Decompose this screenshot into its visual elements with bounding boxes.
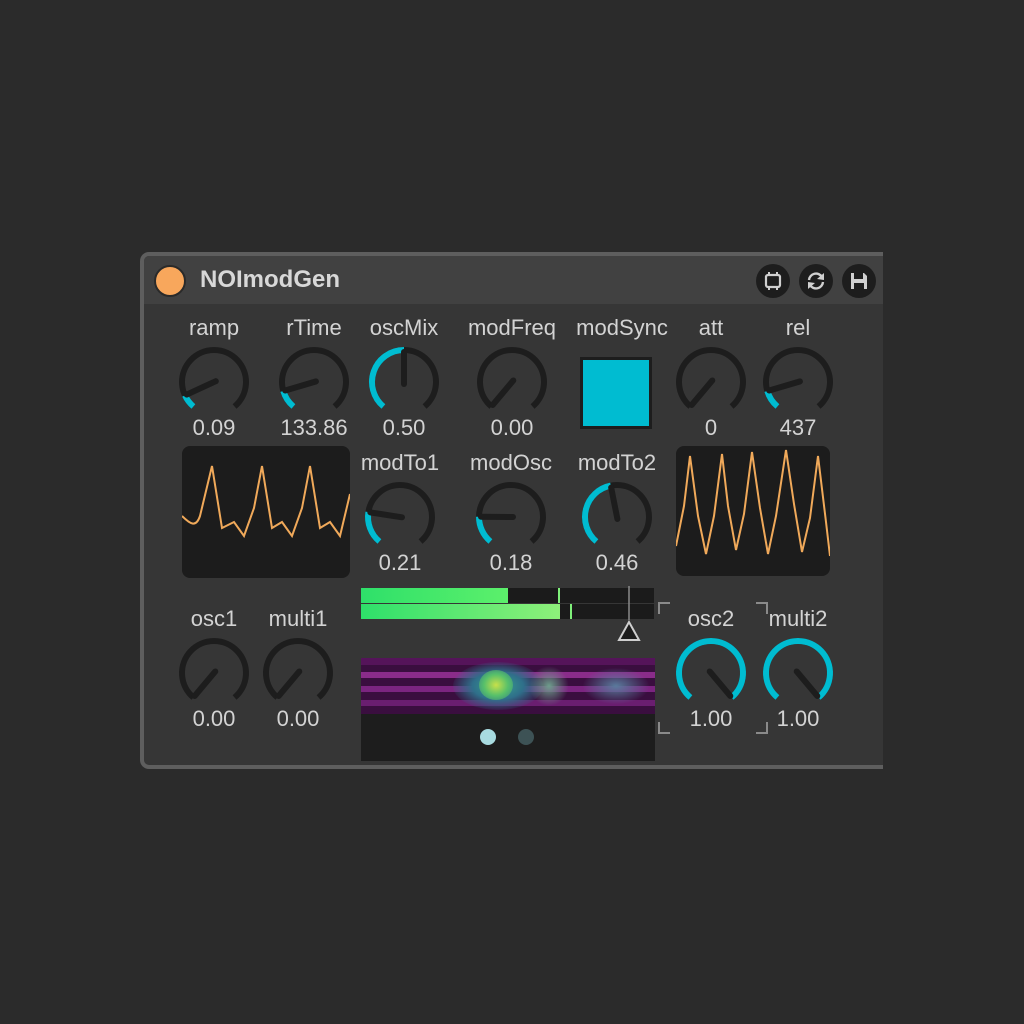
modfreq-label: modFreq [467,315,557,340]
spectro-energy [529,666,569,706]
multi2-value: 1.00 [776,706,820,731]
knob-pointer [706,668,734,699]
osc1-scope [181,446,351,578]
knob-value-arc [582,482,612,544]
knob-track [279,347,349,409]
knob-pointer [183,378,219,398]
modsync-toggle[interactable] [580,357,652,429]
knob-pointer [275,668,303,699]
rel-value: 437 [779,415,817,440]
knob-track [179,347,249,409]
meter-left-fill [361,588,508,603]
modfreq-value: 0.00 [490,415,534,440]
multi2-label: multi2 [768,606,828,631]
modto2-value: 0.46 [595,550,639,575]
refresh-icon [807,272,825,290]
multi2-knob[interactable] [759,634,837,712]
meter-left-peak [558,588,560,603]
knob-pointer [282,378,319,394]
multi1-label: multi1 [268,606,328,631]
osc2-waveform [675,449,831,557]
modto1-knob[interactable] [361,478,439,556]
device-power-button[interactable] [154,265,186,297]
modosc-value: 0.18 [489,550,533,575]
knob-pointer [688,377,716,408]
modto1-value: 0.21 [378,550,422,575]
view-pager [361,714,655,761]
osc1-knob[interactable] [175,634,253,712]
knob-pointer [608,484,621,522]
device-title: NOImodGen [200,266,341,293]
multi1-value: 0.00 [276,706,320,731]
knob-track [476,482,546,544]
knob-pointer [367,509,405,521]
modosc-knob[interactable] [472,478,550,556]
save-button[interactable] [842,264,876,298]
osc2-knob[interactable] [672,634,750,712]
knob-value-arc [475,516,493,544]
spectro-peak [479,670,513,700]
spectrogram [361,658,655,714]
device-titlebar: NOImodGen [144,256,883,304]
meter-right-peak [570,604,572,619]
ramp-knob[interactable] [175,343,253,421]
modto2-knob[interactable] [578,478,656,556]
gain-slider-handle[interactable] [614,586,644,644]
modto1-label: modTo1 [360,450,440,475]
rel-knob[interactable] [759,343,837,421]
oscmix-knob[interactable] [365,343,443,421]
meter-right-fill [361,604,561,619]
modosc-label: modOsc [470,450,552,475]
modto2-label: modTo2 [577,450,657,475]
ramp-label: ramp [188,315,240,340]
knob-pointer [793,668,821,699]
pager-dot-1[interactable] [480,729,496,745]
oscmix-value: 0.50 [382,415,426,440]
oscmix-label: oscMix [369,315,439,340]
knob-pointer [489,377,517,408]
osc1-waveform [181,465,351,539]
refresh-button[interactable] [799,264,833,298]
rel-label: rel [785,315,811,340]
ramp-value: 0.09 [192,415,236,440]
modfreq-knob[interactable] [473,343,551,421]
knob-pointer [191,668,219,699]
knob-pointer [766,378,803,394]
save-icon [851,273,867,289]
knob-value-arc [369,347,405,409]
pager-dot-2[interactable] [518,729,534,745]
meter-left [361,588,654,603]
att-knob[interactable] [672,343,750,421]
rtime-knob[interactable] [275,343,353,421]
meter-right [361,604,654,619]
device-panel: NOImodGen ramp rTime oscMix modFreq modS… [140,252,883,769]
multi1-knob[interactable] [259,634,337,712]
osc2-scope [675,446,831,576]
knob-track [763,347,833,409]
clip-icon [764,272,782,290]
spectro-energy [583,668,649,704]
clip-button[interactable] [756,264,790,298]
